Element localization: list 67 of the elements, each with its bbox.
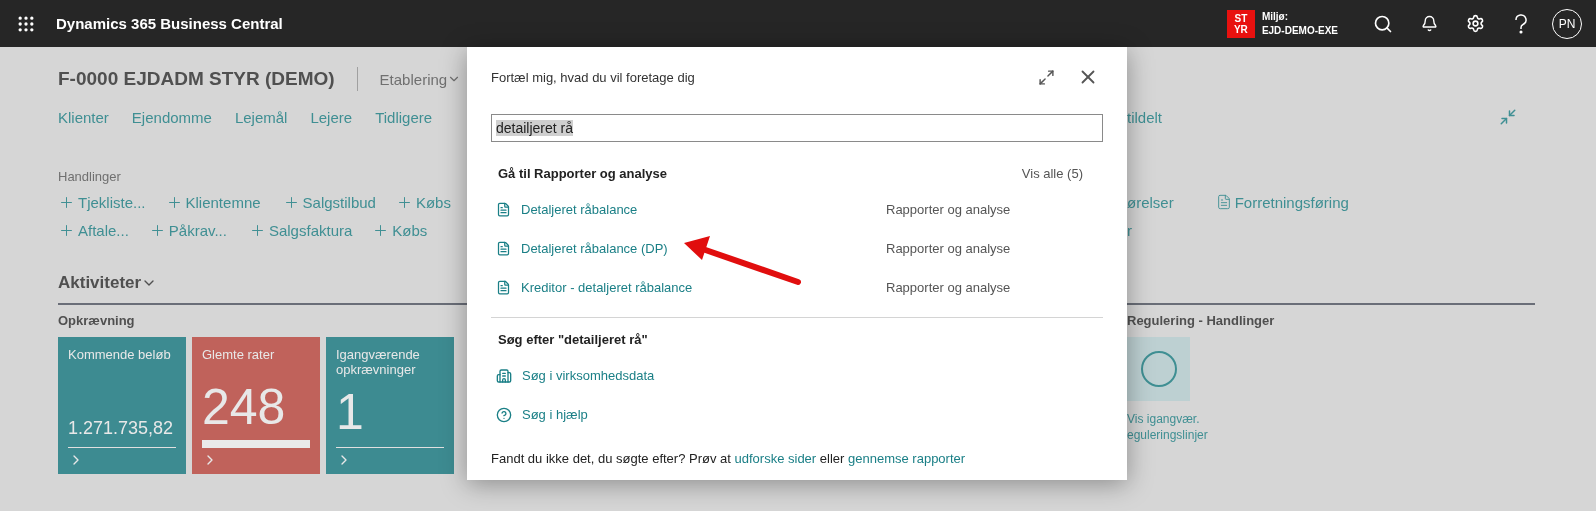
group-title: Opkrævning xyxy=(58,313,136,328)
help-icon xyxy=(496,406,512,423)
kpi-tile[interactable]: Kommende beløb 1.271.735,82 xyxy=(58,337,186,474)
tile-value: 1.271.735,82 xyxy=(68,417,175,439)
gear-icon xyxy=(1465,14,1485,33)
environment-name: EJD-DEMO-EXE xyxy=(1261,25,1338,36)
result-category: Rapporter og analyse xyxy=(886,280,1011,295)
question-icon xyxy=(1514,13,1528,34)
tile-caption[interactable]: Vis igangvær. eguleringslinjer xyxy=(1127,411,1596,443)
action-link[interactable]: ørelser xyxy=(1127,193,1174,211)
nav-link[interactable]: Ejendomme xyxy=(131,108,212,126)
tile-title: Igangværende opkrævninger xyxy=(336,347,421,377)
result-link[interactable]: Detaljeret råbalance (DP) xyxy=(496,241,886,256)
section-label: Handlinger xyxy=(58,168,121,184)
result-link[interactable]: Detaljeret råbalance xyxy=(496,202,886,217)
action-link[interactable]: Salgsfaktura xyxy=(248,221,353,239)
action-tile[interactable] xyxy=(1127,337,1190,401)
kpi-tile[interactable]: Igangværende opkrævninger 1 xyxy=(326,337,454,474)
search-heading: Søg efter "detailjeret rå" xyxy=(498,331,648,347)
company-menu[interactable]: Etablering xyxy=(379,70,462,88)
nav-link[interactable]: Lejere xyxy=(310,108,353,126)
action-link[interactable]: Aftale... xyxy=(58,221,129,239)
action-link[interactable]: Påkrav... xyxy=(148,221,227,239)
footer-link[interactable]: udforske sider xyxy=(734,451,817,466)
document-icon xyxy=(496,280,511,295)
document-icon xyxy=(1215,194,1232,210)
search-link[interactable]: Søg i hjælp xyxy=(496,406,886,423)
collapse-icon[interactable] xyxy=(1499,108,1517,126)
search-field[interactable]: detailjeret rå xyxy=(491,114,1103,142)
tile-value: 248 xyxy=(202,380,287,434)
section-title[interactable]: Aktiviteter xyxy=(58,273,158,293)
nav-link[interactable]: Lejemål xyxy=(234,108,288,126)
show-all-link[interactable]: Vis alle (5) xyxy=(1021,165,1083,181)
app-title: Dynamics 365 Business Central xyxy=(56,15,283,32)
nav-link[interactable]: tildelt xyxy=(1127,108,1163,126)
tile-title: Kommende beløb xyxy=(68,347,172,362)
environment-badge: ST YR xyxy=(1226,9,1255,38)
result-category: Rapporter og analyse xyxy=(886,241,1011,256)
action-link[interactable]: Forretningsføring xyxy=(1215,193,1349,211)
action-link[interactable]: Købs xyxy=(395,193,451,211)
document-icon xyxy=(496,202,511,217)
tile-title: Glemte rater xyxy=(202,347,276,362)
tile-value: 1 xyxy=(336,385,365,439)
bell-icon xyxy=(1420,15,1438,32)
circle-icon xyxy=(1138,349,1179,389)
search-link[interactable]: Søg i virksomhedsdata xyxy=(496,367,886,384)
action-link[interactable]: Klientemne xyxy=(165,193,261,211)
document-icon xyxy=(496,241,511,256)
action-link[interactable]: r xyxy=(1127,221,1132,239)
footer-text: Fandt du ikke det, du søgte efter? Prøv at udforske sider eller gennemse rapporter xyxy=(491,451,967,466)
action-link[interactable]: Salgstilbud xyxy=(282,193,376,211)
group-title: Regulering - Handlinger xyxy=(1127,313,1276,328)
kpi-tile[interactable]: Glemte rater 248 xyxy=(192,337,320,474)
dialog-prompt: Fortæl mig, hvad du vil foretage dig xyxy=(491,69,695,85)
footer-link[interactable]: gennemse rapporter xyxy=(848,451,966,466)
page-title: F-0000 EJDADM STYR (DEMO) xyxy=(58,68,335,90)
building-icon xyxy=(496,367,512,384)
results-heading: Gå til Rapporter og analyse xyxy=(498,165,668,181)
search-icon xyxy=(1373,13,1393,34)
action-link[interactable]: Købs xyxy=(372,221,428,239)
nav-link[interactable]: Klienter xyxy=(58,108,109,126)
result-link[interactable]: Kreditor - detaljeret råbalance xyxy=(496,280,886,295)
result-category: Rapporter og analyse xyxy=(886,202,1011,217)
expand-icon xyxy=(1038,68,1055,86)
environment-label: Miljø: xyxy=(1261,11,1289,22)
nav-link[interactable]: Tidligere xyxy=(375,108,433,126)
action-link[interactable]: Tjekliste... xyxy=(58,193,146,211)
